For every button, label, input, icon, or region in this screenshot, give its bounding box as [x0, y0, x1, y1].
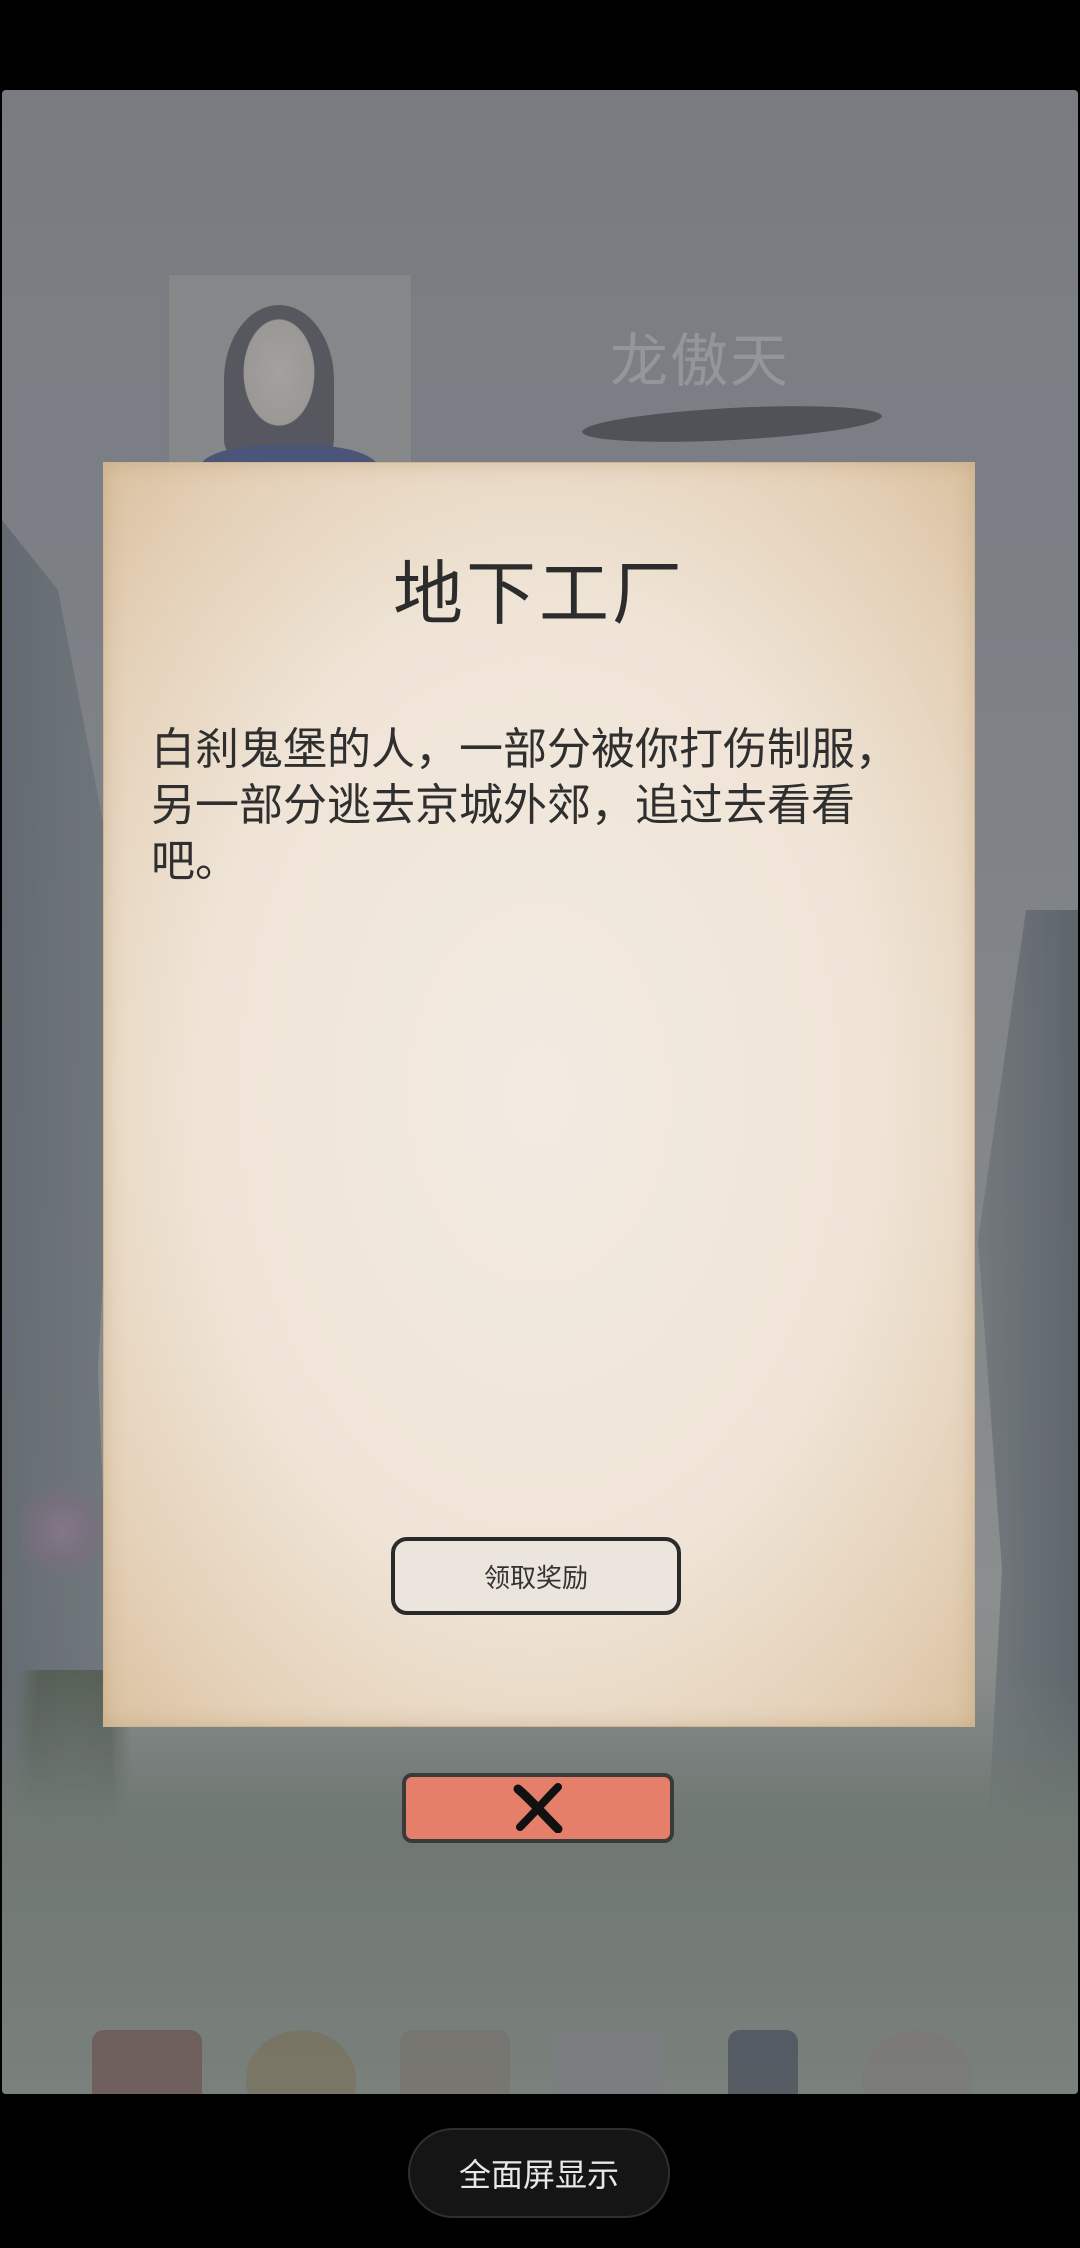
fullscreen-display-button[interactable]: 全面屏显示 [408, 2128, 670, 2218]
dialog-body-text: 白刹鬼堡的人，一部分被你打伤制服，另一部分逃去京城外郊，追过去看看吧。 [151, 724, 899, 887]
claim-reward-button[interactable]: 领取奖励 [391, 1537, 681, 1615]
close-x-icon [513, 1783, 563, 1833]
dialog-title: 地下工厂 [393, 553, 685, 635]
quest-dialog: 地下工厂 白刹鬼堡的人，一部分被你打伤制服，另一部分逃去京城外郊，追过去看看吧。… [103, 462, 975, 1727]
close-dialog-button[interactable] [402, 1773, 674, 1843]
